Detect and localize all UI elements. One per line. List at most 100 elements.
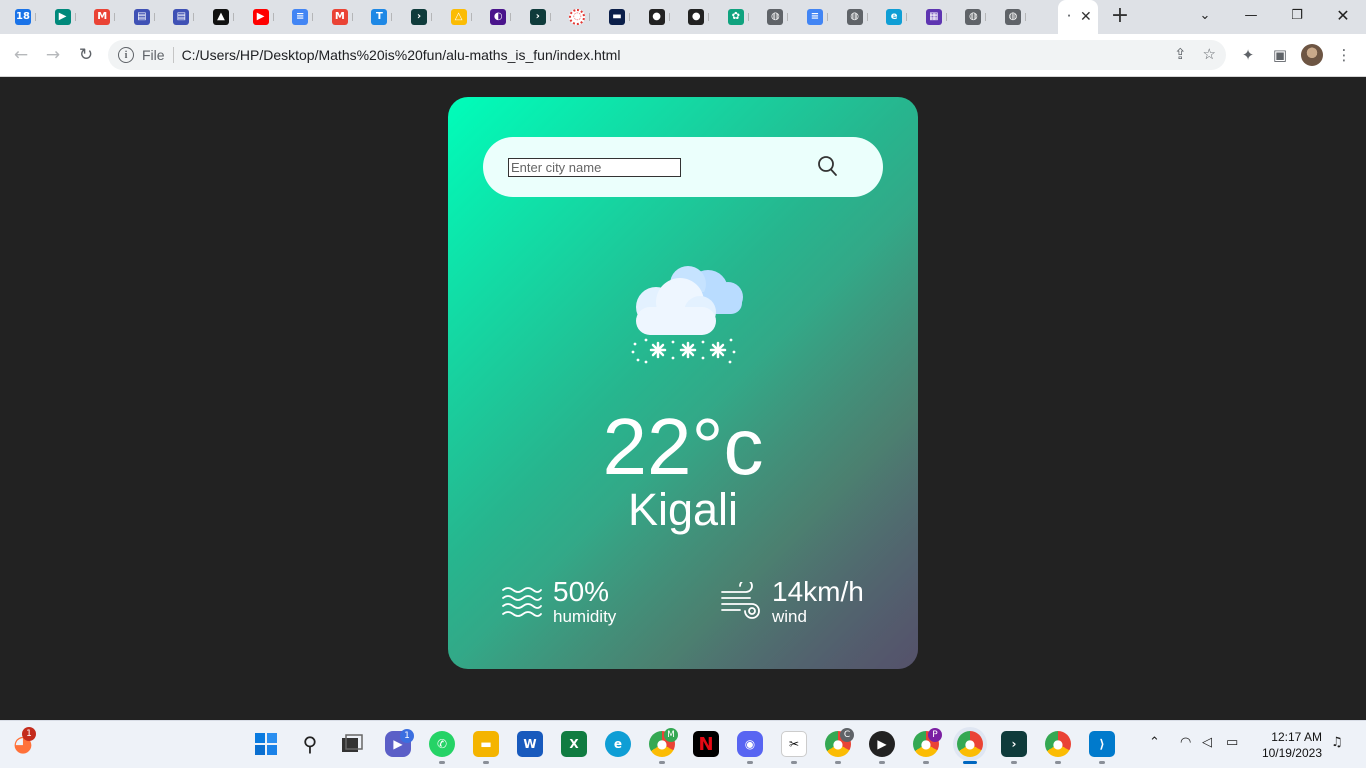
city-search-input[interactable] bbox=[508, 158, 681, 177]
capcut-icon[interactable]: ✂ bbox=[781, 731, 807, 757]
profile-avatar[interactable] bbox=[1301, 44, 1323, 66]
task-view-icon[interactable] bbox=[339, 731, 365, 757]
tab-title-fade bbox=[74, 13, 79, 21]
browser-tab[interactable]: ◍ bbox=[840, 4, 879, 30]
browser-tab[interactable]: ▤ bbox=[166, 4, 205, 30]
edge-icon: e bbox=[886, 9, 903, 25]
side-panel-icon[interactable]: ▣ bbox=[1268, 43, 1292, 67]
running-indicator bbox=[747, 761, 753, 764]
browser-tab[interactable]: ▤ bbox=[127, 4, 166, 30]
new-tab-button[interactable]: + bbox=[1108, 5, 1132, 29]
browser-tab[interactable]: ◍ bbox=[760, 4, 799, 30]
reload-button[interactable]: ↻ bbox=[73, 42, 99, 68]
address-bar[interactable]: i File C:/Users/HP/Desktop/Maths%20is%20… bbox=[108, 40, 1226, 70]
forward-button[interactable]: → bbox=[40, 42, 66, 68]
volume-icon[interactable]: ◁ bbox=[1202, 735, 1212, 750]
excel-icon[interactable]: X bbox=[561, 731, 587, 757]
tab-title-fade bbox=[827, 13, 831, 21]
browser-tab[interactable]: e bbox=[879, 4, 918, 30]
close-window-button[interactable]: ✕ bbox=[1320, 0, 1366, 30]
globe-icon: · bbox=[1066, 9, 1072, 25]
browser-tab[interactable]: ◍ bbox=[958, 4, 997, 30]
tab-search-icon[interactable]: ⌄ bbox=[1182, 0, 1228, 30]
browser-tab[interactable]: ≡ bbox=[800, 4, 839, 30]
battery-icon[interactable]: ▭ bbox=[1226, 735, 1238, 750]
browser-tab[interactable]: M bbox=[325, 4, 364, 30]
browser-tab[interactable]: ● bbox=[681, 4, 720, 30]
running-indicator bbox=[923, 761, 929, 764]
menu-kebab-icon[interactable]: ⋮ bbox=[1332, 43, 1356, 67]
share-icon[interactable]: ⇪ bbox=[1174, 45, 1187, 63]
browser-tab[interactable]: ▦ bbox=[919, 4, 958, 30]
minimize-button[interactable]: — bbox=[1228, 0, 1274, 30]
app-icon[interactable]: › bbox=[1001, 731, 1027, 757]
browser-tab[interactable]: ▶ bbox=[246, 4, 285, 30]
browser-tab[interactable]: ◐ bbox=[483, 4, 522, 30]
restore-button[interactable]: ❐ bbox=[1274, 0, 1320, 30]
wifi-icon[interactable]: ◠ bbox=[1180, 735, 1191, 750]
url-scheme: File bbox=[142, 47, 165, 63]
browser-tab[interactable]: ◍ bbox=[998, 4, 1037, 30]
bookmark-star-icon[interactable]: ☆ bbox=[1203, 45, 1216, 63]
globe-icon: ◍ bbox=[846, 9, 863, 25]
file-explorer-icon[interactable]: ▬ bbox=[473, 731, 499, 757]
globe-icon: ◍ bbox=[1005, 9, 1021, 25]
windows-start-icon[interactable] bbox=[253, 731, 279, 757]
edge-icon[interactable]: e bbox=[605, 731, 631, 757]
browser-tab[interactable]: M bbox=[87, 4, 126, 30]
drive-icon: △ bbox=[450, 9, 467, 25]
running-indicator bbox=[791, 761, 797, 764]
browser-tab[interactable]: ▶ bbox=[48, 4, 87, 30]
running-indicator bbox=[1011, 761, 1017, 764]
loading-icon: ◌ bbox=[569, 9, 586, 25]
url-text[interactable]: C:/Users/HP/Desktop/Maths%20is%20fun/alu… bbox=[182, 47, 621, 63]
github-icon: ● bbox=[688, 9, 705, 25]
app-icon: › bbox=[529, 9, 546, 25]
page-content: 22°c Kigali 50% humidity bbox=[0, 77, 1366, 720]
whatsapp-icon[interactable]: ✆ bbox=[429, 731, 455, 757]
app-icon: ▦ bbox=[925, 9, 942, 25]
extensions-icon[interactable]: ✦ bbox=[1236, 43, 1260, 67]
browser-tab[interactable]: ● bbox=[642, 4, 681, 30]
tab-title-fade bbox=[747, 13, 752, 21]
browser-tab[interactable]: T bbox=[364, 4, 403, 30]
tab-title-fade bbox=[391, 13, 395, 21]
browser-tab[interactable]: ◌ bbox=[562, 4, 601, 30]
search-icon[interactable]: ⚲ bbox=[297, 731, 323, 757]
word-icon[interactable]: W bbox=[517, 731, 543, 757]
tab-strip: · ✕ + ⌄ — ❐ ✕ 18 ▶ M ▤ ▤ ▲ ▶ ≡ M T › △ ◐ › ◌ ▬ ● ● ✿ ◍ ≡ ◍ e ▦ ◍… bbox=[0, 0, 1366, 34]
youtube-icon: ▶ bbox=[252, 9, 269, 25]
search-icon[interactable] bbox=[816, 155, 840, 179]
notifications-bell-icon[interactable]: ♫ bbox=[1331, 735, 1343, 750]
browser-tab[interactable]: › bbox=[404, 4, 443, 30]
tab-title-fade bbox=[629, 13, 633, 21]
browser-tab[interactable]: ▬ bbox=[602, 4, 641, 30]
browser-tab[interactable]: 18 bbox=[8, 4, 47, 30]
active-tab[interactable]: · ✕ bbox=[1058, 0, 1098, 34]
docs-icon: ≡ bbox=[807, 9, 823, 25]
browser-tab[interactable]: ✿ bbox=[721, 4, 760, 30]
back-button[interactable]: ← bbox=[8, 42, 34, 68]
close-tab-icon[interactable]: ✕ bbox=[1080, 9, 1092, 25]
running-indicator bbox=[835, 761, 841, 764]
netflix-icon[interactable]: N bbox=[693, 731, 719, 757]
chrome-icon[interactable]: ● bbox=[957, 731, 983, 757]
info-icon[interactable]: i bbox=[118, 47, 134, 63]
github-icon: ● bbox=[648, 9, 665, 25]
chrome-icon[interactable]: ● bbox=[1045, 731, 1071, 757]
browser-tab[interactable]: › bbox=[523, 4, 562, 30]
show-hidden-icons-icon[interactable]: ⌃ bbox=[1149, 735, 1160, 750]
discord-icon[interactable]: ◉ bbox=[737, 731, 763, 757]
humidity-label: humidity bbox=[553, 607, 617, 626]
wind-icon bbox=[721, 582, 760, 619]
vscode-icon[interactable]: ⟩ bbox=[1089, 731, 1115, 757]
gmail-icon: M bbox=[94, 9, 111, 25]
system-clock[interactable]: 12:17 AM 10/19/2023 bbox=[1256, 729, 1322, 761]
browser-tab[interactable]: ≡ bbox=[285, 4, 324, 30]
browser-tab[interactable]: △ bbox=[444, 4, 483, 30]
media-player-icon[interactable]: ▶ bbox=[869, 731, 895, 757]
tab-title-fade bbox=[153, 13, 158, 21]
globe-icon: ◍ bbox=[965, 9, 982, 25]
browser-tab[interactable]: ▲ bbox=[206, 4, 245, 30]
docs-icon: ≡ bbox=[292, 9, 309, 25]
